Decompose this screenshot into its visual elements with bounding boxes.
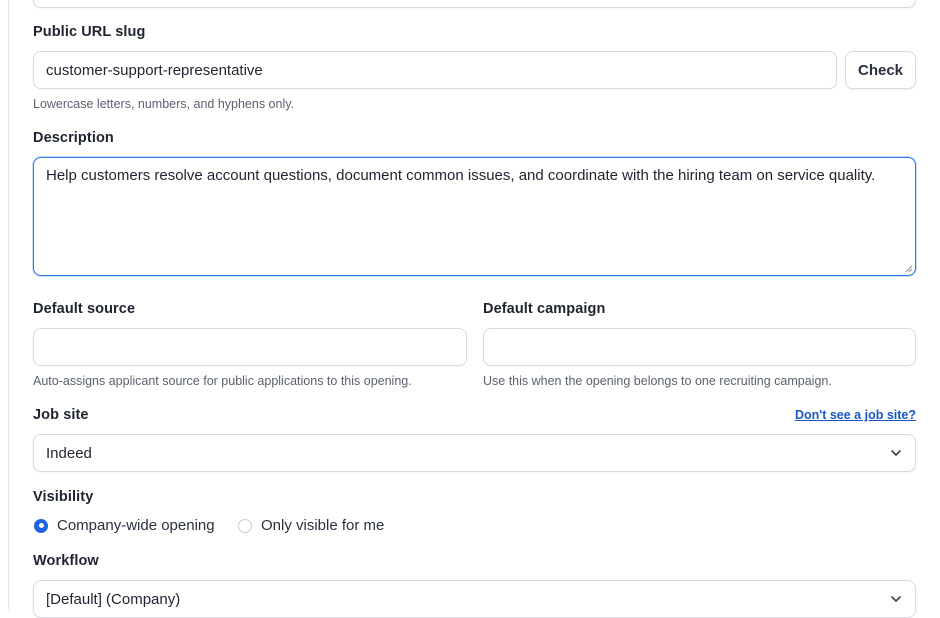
radio-unselected-icon[interactable]: [238, 518, 252, 533]
chevron-down-icon: [891, 596, 901, 602]
visibility-radio-company-wide[interactable]: Company-wide opening: [34, 517, 215, 534]
resize-handle-icon[interactable]: [905, 265, 913, 273]
visibility-option-label: Only visible for me: [261, 517, 385, 534]
previous-field-input[interactable]: [33, 0, 916, 8]
job-site-label: Job site: [33, 407, 89, 423]
slug-help-text: Lowercase letters, numbers, and hyphens …: [33, 97, 295, 111]
default-source-input[interactable]: [33, 328, 467, 366]
chevron-down-icon: [891, 450, 901, 456]
default-campaign-input[interactable]: [483, 328, 916, 366]
description-label: Description: [33, 130, 114, 146]
job-site-select[interactable]: Indeed: [33, 434, 916, 472]
default-source-label: Default source: [33, 301, 136, 317]
workflow-label: Workflow: [33, 553, 99, 569]
default-campaign-label: Default campaign: [483, 301, 606, 317]
workflow-select[interactable]: [Default] (Company): [33, 580, 916, 618]
default-source-help-text: Auto-assigns applicant source for public…: [33, 374, 412, 388]
check-slug-button[interactable]: Check: [845, 51, 916, 89]
description-textarea[interactable]: Help customers resolve account questions…: [33, 157, 916, 276]
visibility-option-label: Company-wide opening: [57, 517, 215, 534]
workflow-selected-value: [Default] (Company): [46, 590, 181, 608]
visibility-radio-only-me[interactable]: Only visible for me: [238, 517, 384, 534]
missing-job-site-link[interactable]: Don't see a job site?: [795, 408, 916, 422]
visibility-label: Visibility: [33, 489, 94, 505]
job-site-selected-value: Indeed: [46, 444, 92, 462]
default-campaign-help-text: Use this when the opening belongs to one…: [483, 374, 832, 388]
radio-selected-icon[interactable]: [34, 518, 48, 533]
slug-input[interactable]: customer-support-representative: [33, 51, 837, 89]
left-border: [8, 0, 9, 610]
slug-label: Public URL slug: [33, 24, 146, 40]
description-text: Help customers resolve account questions…: [46, 167, 876, 184]
